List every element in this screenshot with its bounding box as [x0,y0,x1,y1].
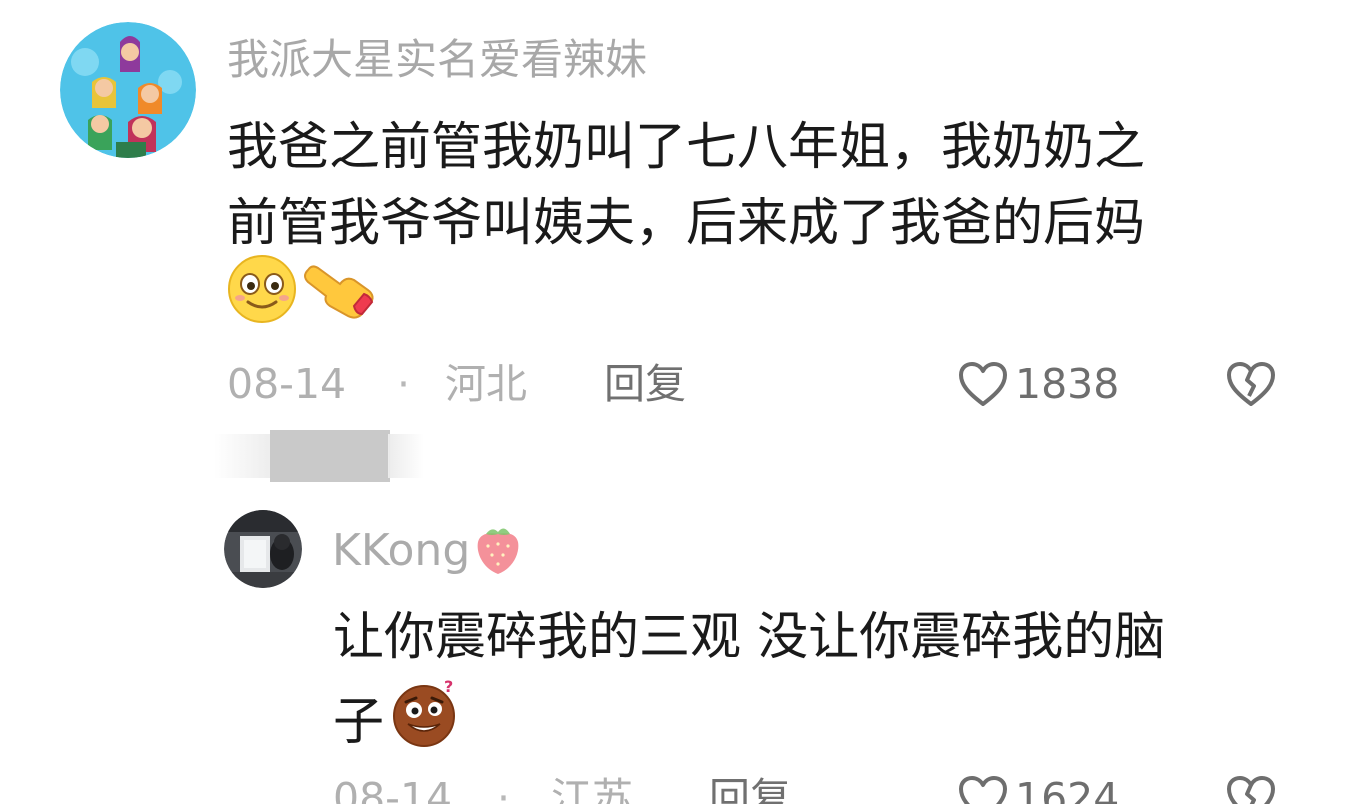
reply-text-line-group: 子 ? [333,676,1293,770]
dislike-button[interactable] [1225,774,1277,804]
svg-text:?: ? [444,677,453,696]
avatar[interactable] [224,510,302,588]
meta-separator: · [497,774,511,804]
username[interactable]: KKong [332,524,470,578]
broken-heart-icon [1225,774,1277,804]
hand-pointing-icon [302,256,378,326]
strawberry-icon [472,522,524,580]
reply-text: 让你震碎我的三观 没让你震碎我的脑 子 ? [333,600,1293,770]
reply-text-line: 让你震碎我的三观 没让你震碎我的脑 [333,608,1166,667]
reply-date: 08-14 [333,774,453,804]
like-count: 1838 [1015,360,1120,408]
comment-date: 08-14 [227,360,347,408]
redacted-block [214,426,424,484]
like-button[interactable]: 1838 [957,356,1119,412]
comment-location: 河北 [445,360,527,408]
heart-icon [957,360,1009,408]
reply-location: 江苏 [551,774,633,804]
meta-separator: · [397,360,411,408]
like-button[interactable]: 1624 [957,770,1119,804]
heart-icon [957,774,1009,804]
username-group[interactable]: KKong [332,524,524,578]
avatar[interactable] [60,22,196,158]
like-count: 1624 [1015,774,1120,804]
comment-text: 我爸之前管我奶叫了七八年姐，我奶奶之 前管我爷爷叫姨夫，后来成了我爸的后妈 [227,110,1277,262]
smiling-face-icon [226,253,298,329]
emoji-row [226,253,378,329]
comment-thread: 我派大星实名爱看辣妹 我爸之前管我奶叫了七八年姐，我奶奶之 前管我爷爷叫姨夫，后… [0,0,1351,804]
comment-text-line: 前管我爷爷叫姨夫，后来成了我爸的后妈 [227,194,1146,253]
reply-text-line: 子 [333,693,385,752]
reply-button[interactable]: 回复 [604,356,686,412]
comment-meta: 08-14 · 河北 回复 1838 [227,356,1287,412]
comment-text-line: 我爸之前管我奶叫了七八年姐，我奶奶之 [227,118,1146,177]
broken-heart-icon [1225,360,1277,408]
username[interactable]: 我派大星实名爱看辣妹 [227,34,647,86]
dislike-button[interactable] [1225,360,1277,408]
confused-face-icon: ? [386,676,466,770]
reply-button[interactable]: 回复 [709,770,791,804]
reply-meta: 08-14 · 江苏 回复 1624 [227,770,1287,804]
